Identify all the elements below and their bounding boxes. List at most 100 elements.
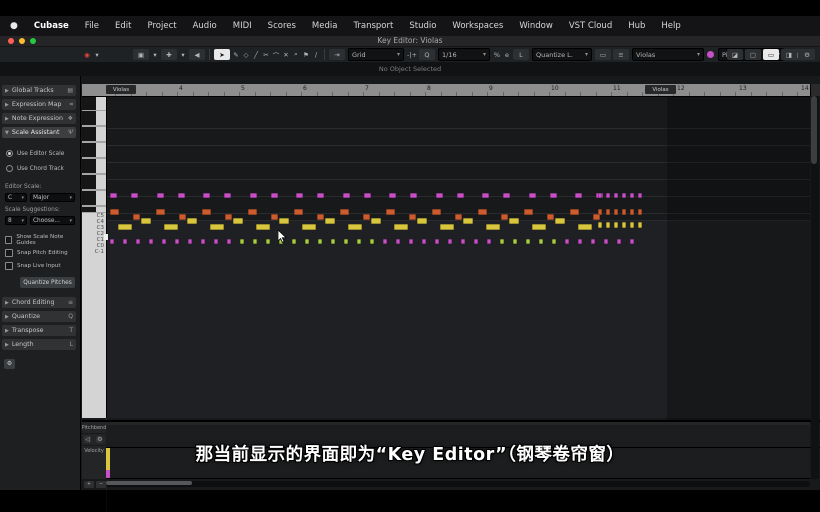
window-layout-icon[interactable]: ▭ [763, 49, 779, 60]
draw-tool-icon[interactable]: ✎ [232, 49, 240, 60]
horizontal-scrollbar[interactable] [106, 481, 810, 487]
record-in-editor-button[interactable]: ◉ [83, 49, 91, 60]
part-marker[interactable]: Violas [645, 85, 676, 94]
ruler-tick [518, 92, 519, 96]
menu-item-media[interactable]: Media [304, 21, 346, 31]
record-caret-icon[interactable]: ▾ [93, 49, 101, 60]
quantize-panel-icon[interactable]: e [503, 49, 511, 60]
suggestion-count-select[interactable]: 8 ▾ [5, 216, 27, 225]
keyboard-scroll-button[interactable]: + [84, 481, 94, 488]
menu-item-help[interactable]: Help [653, 21, 688, 31]
quantize-icon[interactable]: Q [418, 49, 435, 60]
snap-toggle[interactable]: ⇥ [329, 49, 345, 60]
right-zone-icon[interactable]: ◨ [781, 49, 797, 60]
mouse-cursor [277, 228, 287, 243]
ruler-tick [239, 92, 240, 96]
ruler-tick [316, 92, 318, 96]
menu-item-audio[interactable]: Audio [185, 21, 225, 31]
ruler-tick [363, 92, 364, 96]
snapshot-caret-icon[interactable]: ▾ [151, 49, 159, 60]
octave-label: C-1 [94, 249, 104, 256]
swing-icon[interactable]: % [493, 49, 501, 60]
menu-item-file[interactable]: File [77, 21, 107, 31]
length-quantize-select[interactable]: Quantize L. ▾ [531, 48, 592, 61]
open-in-lower-zone-icon[interactable]: ◪ [727, 49, 743, 60]
panel-global-tracks[interactable]: ▶ Global Tracks ▤ [2, 85, 76, 96]
quantize-preset-select[interactable]: 1/16 ▾ [437, 48, 490, 61]
menu-item-hub[interactable]: Hub [620, 21, 653, 31]
zoom-tool-icon[interactable]: ⌕ [292, 49, 300, 60]
acoustic-feedback-button[interactable]: ◀ [189, 49, 205, 60]
menu-item-scores[interactable]: Scores [260, 21, 304, 31]
ruler-tick [735, 92, 736, 96]
menu-item-cubase[interactable]: Cubase [26, 21, 77, 31]
erase-tool-icon[interactable]: ◇ [242, 49, 250, 60]
ruler-tick [626, 92, 628, 96]
panel-expression-map[interactable]: ▶ Expression Map ⌗ [2, 99, 76, 110]
show-part-borders-icon[interactable]: ▭ [594, 49, 611, 60]
line-tool-icon[interactable]: ∕ [312, 49, 320, 60]
menu-item-vst-cloud[interactable]: VST Cloud [561, 21, 620, 31]
pitchbend-lane-header[interactable]: Pitchbend [82, 422, 106, 433]
timeline-ruler[interactable]: 4 5 6 7 8 9 10 11 12 13 14 Violas Violas [82, 84, 810, 97]
split-tool-icon[interactable]: ✂ [262, 49, 270, 60]
autoscroll-caret-icon[interactable]: ▾ [179, 49, 187, 60]
glue-tool-icon[interactable]: ⌒ [272, 49, 280, 60]
menu-item-window[interactable]: Window [511, 21, 561, 31]
panel-transpose[interactable]: ▶ Transpose T [2, 325, 76, 336]
checkbox-snap-pitch-editing[interactable]: Snap Pitch Editing [5, 248, 77, 257]
panel-scale-assistant[interactable]: ▼ Scale Assistant Ψ [2, 127, 76, 138]
length-quantize-icon[interactable]: L [512, 49, 529, 60]
menu-item-edit[interactable]: Edit [107, 21, 139, 31]
checkbox-show-scale-note-guides[interactable]: Show Scale Note Guides [5, 234, 77, 246]
window-layout-left-icon[interactable]: ▢ [745, 49, 761, 60]
part-marker[interactable]: Violas [106, 85, 136, 94]
lane-grid-line [106, 424, 810, 425]
ruler-tick [409, 92, 411, 96]
autoscroll-button[interactable]: ✚ [161, 49, 177, 60]
menu-item-transport[interactable]: Transport [345, 21, 401, 31]
menu-item-project[interactable]: Project [140, 21, 185, 31]
timewarp-tool-icon[interactable]: ⚑ [302, 49, 310, 60]
setup-gear-icon[interactable]: ⚙ [799, 49, 815, 60]
menu-item-workspaces[interactable]: Workspaces [444, 21, 511, 31]
suggestion-choose-select[interactable]: Choose... ▾ [30, 216, 75, 225]
menu-item-studio[interactable]: Studio [401, 21, 444, 31]
ruler-tick [471, 92, 473, 96]
ruler-tick [192, 92, 194, 96]
ruler-tick [781, 92, 783, 96]
menu-item-midi[interactable]: MIDI [225, 21, 260, 31]
editor-scale-type-select[interactable]: Major ▾ [30, 193, 75, 202]
ruler-bar-number: 7 [365, 85, 369, 92]
object-selection-tool[interactable]: ➤ [214, 49, 230, 60]
vertical-scrollbar-thumb[interactable] [811, 96, 817, 164]
ruler-bar-number: 4 [179, 85, 183, 92]
panel-chord-editing[interactable]: ▶ Chord Editing ≡ [2, 297, 76, 308]
step-input-icon[interactable]: -|+ [407, 49, 417, 60]
trim-tool-icon[interactable]: ╱ [252, 49, 260, 60]
keyboard-scroll-button[interactable]: − [96, 481, 106, 488]
apple-menu-icon[interactable]: ● [10, 21, 18, 31]
panel-note-expression[interactable]: ▶ Note Expression ❖ [2, 113, 76, 124]
snapshot-button[interactable]: ▣ [133, 49, 149, 60]
ruler-tick [223, 92, 225, 96]
panel-length[interactable]: ▶ Length L [2, 339, 76, 350]
inspector-setup-gear-icon[interactable]: ⚙ [4, 359, 15, 369]
editor-scale-root-select[interactable]: C ▾ [5, 193, 27, 202]
quantize-pitches-button[interactable]: Quantize Pitches [20, 277, 75, 288]
checkbox-snap-live-input[interactable]: Snap Live Input [5, 261, 77, 270]
piano-keyboard[interactable]: C5 C4 C3 C2 C1 C0 C-1 [82, 96, 107, 418]
part-list-icon[interactable]: ≡ [612, 49, 629, 60]
vertical-scrollbar[interactable] [811, 96, 819, 479]
part-select[interactable]: Violas ▾ [631, 48, 704, 61]
horizontal-scrollbar-thumb[interactable] [106, 481, 192, 485]
ruler-corner-box [810, 84, 820, 96]
radio-use-chord-track[interactable]: Use Chord Track [6, 164, 76, 173]
event-color-icon[interactable] [707, 49, 715, 60]
grid-type-select[interactable]: Grid ▾ [348, 48, 404, 61]
mute-tool-icon[interactable]: ✕ [282, 49, 290, 60]
panel-quantize[interactable]: ▶ Quantize Q [2, 311, 76, 322]
ruler-bar-number: 10 [551, 85, 559, 92]
macos-menu-bar: ● Cubase File Edit Project Audio MIDI Scores Me… [0, 16, 820, 36]
radio-use-editor-scale[interactable]: Use Editor Scale [6, 149, 76, 158]
